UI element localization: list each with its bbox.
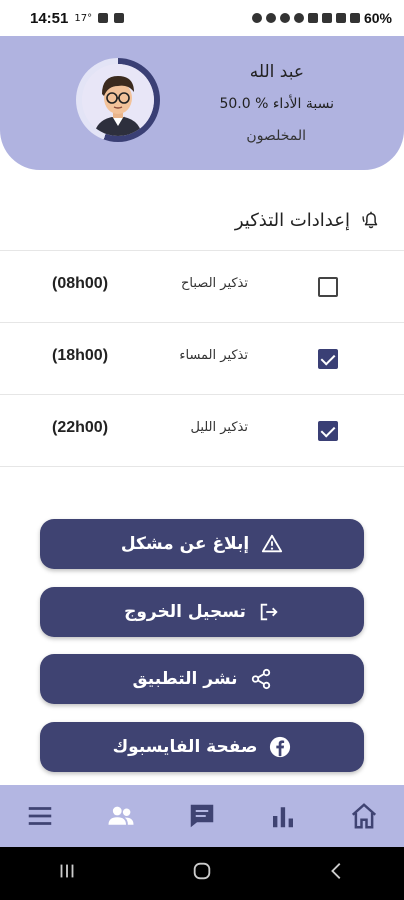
menu-icon: [29, 807, 52, 825]
back-icon[interactable]: [317, 860, 357, 887]
reminder-settings-title: إعدادات التذكير: [235, 208, 382, 232]
report-problem-label: إبلاغ عن مشكل: [120, 534, 250, 554]
logout-icon: [260, 603, 278, 621]
system-navigation: [0, 847, 404, 900]
facebook-icon: [270, 736, 291, 758]
nav-messages[interactable]: [184, 798, 220, 834]
reminder-settings-label: إعدادات التذكير: [234, 209, 350, 231]
reminder-checkbox-morning[interactable]: [318, 277, 338, 297]
user-name: عبد الله: [249, 62, 304, 82]
avatar-progress-ring: [76, 58, 160, 142]
mute-icon: [279, 13, 290, 23]
stats-icon: [272, 807, 293, 828]
user-performance: نسبة الأداء % 50.0: [219, 96, 334, 112]
nav-statistics[interactable]: [265, 798, 301, 834]
wifi-icon: [307, 13, 318, 23]
reminder-time: (08h00): [52, 275, 109, 292]
facebook-page-label: صفحة الفايسبوك: [112, 737, 258, 757]
user-group: المخلصون: [246, 128, 306, 144]
share-icon: [251, 668, 270, 690]
status-temp: 17°: [74, 12, 93, 24]
warning-icon: [262, 534, 283, 553]
battery-icon: [349, 13, 360, 23]
reminder-time: (18h00): [52, 347, 109, 364]
status-right: 60%: [251, 10, 392, 26]
logout-label: تسجيل الخروج: [124, 602, 246, 622]
divider: [0, 466, 404, 467]
notification-icon: [98, 13, 109, 23]
recents-icon[interactable]: [47, 860, 87, 887]
home-circle-icon[interactable]: [182, 860, 222, 887]
status-bar: 14:51 17° 60%: [0, 0, 404, 36]
reminder-checkbox-evening[interactable]: [318, 349, 338, 369]
signal2-icon: [335, 13, 346, 23]
reminder-row-evening: تذكير المساء (18h00): [0, 322, 404, 394]
nav-home[interactable]: [346, 798, 382, 834]
profile-header: عبد الله نسبة الأداء % 50.0 المخلصون: [0, 36, 404, 170]
vibrate-icon: [265, 13, 276, 23]
status-time: 14:51: [30, 9, 69, 27]
battery-level: 60%: [363, 10, 392, 26]
image-icon: [114, 13, 125, 23]
reminder-label: تذكير الصباح: [181, 276, 248, 291]
reminder-row-night: تذكير الليل (22h00): [0, 394, 404, 466]
report-problem-button[interactable]: إبلاغ عن مشكل: [40, 519, 364, 569]
reminder-row-morning: تذكير الصباح (08h00): [0, 250, 404, 322]
nav-menu[interactable]: [22, 798, 58, 834]
reminder-label: تذكير الليل: [190, 420, 248, 435]
share-app-label: نشر التطبيق: [132, 669, 238, 689]
reminder-checkbox-night[interactable]: [318, 421, 338, 441]
reminder-time: (22h00): [52, 419, 109, 436]
hotspot-icon: [293, 13, 304, 23]
facebook-page-button[interactable]: صفحة الفايسبوك: [40, 722, 364, 772]
avatar[interactable]: [82, 64, 154, 136]
avatar-illustration: [82, 64, 154, 136]
nav-users[interactable]: [103, 798, 139, 834]
users-icon: [108, 806, 134, 825]
alarm-icon: [251, 13, 262, 23]
bottom-navigation: [0, 785, 404, 847]
logout-button[interactable]: تسجيل الخروج: [40, 587, 364, 637]
signal-icon: [321, 13, 332, 23]
home-icon: [351, 803, 376, 829]
share-app-button[interactable]: نشر التطبيق: [40, 654, 364, 704]
reminder-label: تذكير المساء: [179, 348, 248, 363]
chat-icon: [190, 804, 214, 828]
status-left: 14:51 17°: [30, 9, 125, 27]
bell-icon: [362, 211, 378, 229]
